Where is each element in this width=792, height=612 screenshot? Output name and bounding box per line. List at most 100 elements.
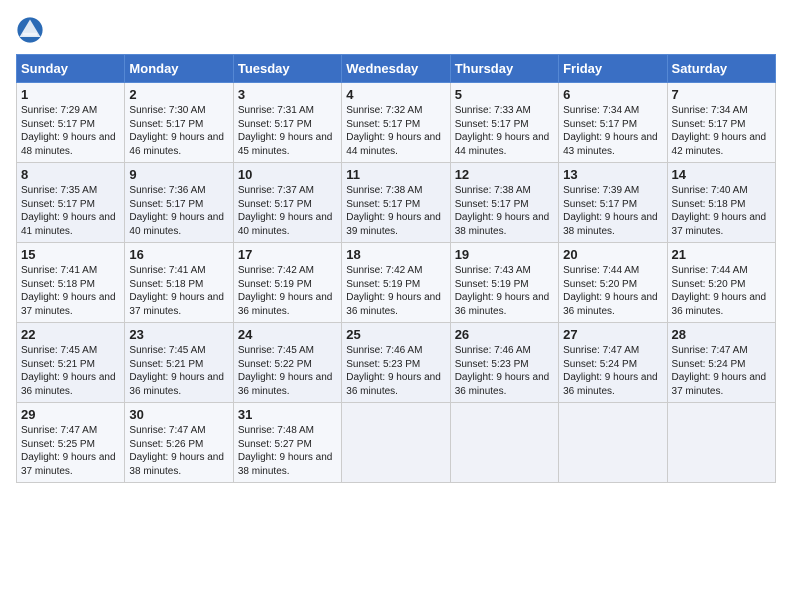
day-number: 30 bbox=[129, 407, 228, 422]
day-info: Sunrise: 7:38 AMSunset: 5:17 PMDaylight:… bbox=[346, 184, 445, 238]
day-info: Sunrise: 7:42 AMSunset: 5:19 PMDaylight:… bbox=[238, 264, 337, 318]
day-info: Sunrise: 7:39 AMSunset: 5:17 PMDaylight:… bbox=[563, 184, 662, 238]
calendar-body: 1 Sunrise: 7:29 AMSunset: 5:17 PMDaylight… bbox=[17, 83, 776, 483]
calendar-cell bbox=[667, 403, 775, 483]
day-number: 7 bbox=[672, 87, 771, 102]
calendar-cell bbox=[342, 403, 450, 483]
day-number: 8 bbox=[21, 167, 120, 182]
day-info: Sunrise: 7:29 AMSunset: 5:17 PMDaylight:… bbox=[21, 104, 120, 158]
day-info: Sunrise: 7:42 AMSunset: 5:19 PMDaylight:… bbox=[346, 264, 445, 318]
day-info: Sunrise: 7:47 AMSunset: 5:26 PMDaylight:… bbox=[129, 424, 228, 478]
calendar-cell bbox=[559, 403, 667, 483]
week-row-2: 8Sunrise: 7:35 AMSunset: 5:17 PMDaylight… bbox=[17, 163, 776, 243]
col-header-thursday: Thursday bbox=[450, 55, 558, 83]
calendar-cell: 28 Sunrise: 7:47 AMSunset: 5:24 PMDayligh… bbox=[667, 323, 775, 403]
calendar-cell: 13 Sunrise: 7:39 AMSunset: 5:17 PMDayligh… bbox=[559, 163, 667, 243]
calendar-cell: 14 Sunrise: 7:40 AMSunset: 5:18 PMDayligh… bbox=[667, 163, 775, 243]
day-number: 16 bbox=[129, 247, 228, 262]
day-number: 5 bbox=[455, 87, 554, 102]
logo-icon bbox=[16, 16, 44, 44]
calendar-cell: 26 Sunrise: 7:46 AMSunset: 5:23 PMDayligh… bbox=[450, 323, 558, 403]
calendar-header-row: SundayMondayTuesdayWednesdayThursdayFrid… bbox=[17, 55, 776, 83]
calendar-cell: 2 Sunrise: 7:30 AMSunset: 5:17 PMDaylight… bbox=[125, 83, 233, 163]
header bbox=[16, 16, 776, 44]
col-header-tuesday: Tuesday bbox=[233, 55, 341, 83]
calendar-cell: 29Sunrise: 7:47 AMSunset: 5:25 PMDayligh… bbox=[17, 403, 125, 483]
page-container: SundayMondayTuesdayWednesdayThursdayFrid… bbox=[0, 0, 792, 491]
day-info: Sunrise: 7:47 AMSunset: 5:25 PMDaylight:… bbox=[21, 424, 120, 478]
day-info: Sunrise: 7:37 AMSunset: 5:17 PMDaylight:… bbox=[238, 184, 337, 238]
day-info: Sunrise: 7:33 AMSunset: 5:17 PMDaylight:… bbox=[455, 104, 554, 158]
calendar-cell: 12Sunrise: 7:38 AMSunset: 5:17 PMDayligh… bbox=[450, 163, 558, 243]
logo bbox=[16, 16, 48, 44]
day-number: 25 bbox=[346, 327, 445, 342]
calendar-cell: 1 Sunrise: 7:29 AMSunset: 5:17 PMDaylight… bbox=[17, 83, 125, 163]
day-info: Sunrise: 7:31 AMSunset: 5:17 PMDaylight:… bbox=[238, 104, 337, 158]
calendar-cell: 19 Sunrise: 7:43 AMSunset: 5:19 PMDayligh… bbox=[450, 243, 558, 323]
calendar-cell: 31 Sunrise: 7:48 AMSunset: 5:27 PMDayligh… bbox=[233, 403, 341, 483]
calendar-cell: 16 Sunrise: 7:41 AMSunset: 5:18 PMDayligh… bbox=[125, 243, 233, 323]
day-number: 20 bbox=[563, 247, 662, 262]
calendar-cell: 4 Sunrise: 7:32 AMSunset: 5:17 PMDaylight… bbox=[342, 83, 450, 163]
day-number: 14 bbox=[672, 167, 771, 182]
day-info: Sunrise: 7:45 AMSunset: 5:21 PMDaylight:… bbox=[21, 344, 120, 398]
day-number: 24 bbox=[238, 327, 337, 342]
day-info: Sunrise: 7:47 AMSunset: 5:24 PMDaylight:… bbox=[672, 344, 771, 398]
calendar-cell: 23Sunrise: 7:45 AMSunset: 5:21 PMDayligh… bbox=[125, 323, 233, 403]
day-info: Sunrise: 7:44 AMSunset: 5:20 PMDaylight:… bbox=[563, 264, 662, 318]
week-row-1: 1 Sunrise: 7:29 AMSunset: 5:17 PMDaylight… bbox=[17, 83, 776, 163]
calendar-cell: 11 Sunrise: 7:38 AMSunset: 5:17 PMDayligh… bbox=[342, 163, 450, 243]
day-info: Sunrise: 7:41 AMSunset: 5:18 PMDaylight:… bbox=[21, 264, 120, 318]
day-info: Sunrise: 7:46 AMSunset: 5:23 PMDaylight:… bbox=[455, 344, 554, 398]
day-number: 13 bbox=[563, 167, 662, 182]
day-number: 1 bbox=[21, 87, 120, 102]
day-info: Sunrise: 7:36 AMSunset: 5:17 PMDaylight:… bbox=[129, 184, 228, 238]
day-number: 27 bbox=[563, 327, 662, 342]
day-number: 17 bbox=[238, 247, 337, 262]
calendar-cell: 3 Sunrise: 7:31 AMSunset: 5:17 PMDaylight… bbox=[233, 83, 341, 163]
day-number: 22 bbox=[21, 327, 120, 342]
day-number: 3 bbox=[238, 87, 337, 102]
col-header-monday: Monday bbox=[125, 55, 233, 83]
calendar-cell: 17 Sunrise: 7:42 AMSunset: 5:19 PMDayligh… bbox=[233, 243, 341, 323]
calendar-cell: 20 Sunrise: 7:44 AMSunset: 5:20 PMDayligh… bbox=[559, 243, 667, 323]
day-number: 21 bbox=[672, 247, 771, 262]
calendar-cell: 7 Sunrise: 7:34 AMSunset: 5:17 PMDaylight… bbox=[667, 83, 775, 163]
day-info: Sunrise: 7:34 AMSunset: 5:17 PMDaylight:… bbox=[672, 104, 771, 158]
day-info: Sunrise: 7:34 AMSunset: 5:17 PMDaylight:… bbox=[563, 104, 662, 158]
day-info: Sunrise: 7:41 AMSunset: 5:18 PMDaylight:… bbox=[129, 264, 228, 318]
col-header-saturday: Saturday bbox=[667, 55, 775, 83]
day-number: 15 bbox=[21, 247, 120, 262]
day-number: 9 bbox=[129, 167, 228, 182]
calendar-cell: 22 Sunrise: 7:45 AMSunset: 5:21 PMDayligh… bbox=[17, 323, 125, 403]
day-number: 19 bbox=[455, 247, 554, 262]
week-row-5: 29Sunrise: 7:47 AMSunset: 5:25 PMDayligh… bbox=[17, 403, 776, 483]
day-info: Sunrise: 7:43 AMSunset: 5:19 PMDaylight:… bbox=[455, 264, 554, 318]
day-number: 2 bbox=[129, 87, 228, 102]
calendar-cell: 27 Sunrise: 7:47 AMSunset: 5:24 PMDayligh… bbox=[559, 323, 667, 403]
week-row-3: 15 Sunrise: 7:41 AMSunset: 5:18 PMDayligh… bbox=[17, 243, 776, 323]
day-info: Sunrise: 7:48 AMSunset: 5:27 PMDaylight:… bbox=[238, 424, 337, 478]
day-number: 26 bbox=[455, 327, 554, 342]
day-number: 31 bbox=[238, 407, 337, 422]
calendar-table: SundayMondayTuesdayWednesdayThursdayFrid… bbox=[16, 54, 776, 483]
calendar-cell: 21 Sunrise: 7:44 AMSunset: 5:20 PMDayligh… bbox=[667, 243, 775, 323]
day-info: Sunrise: 7:46 AMSunset: 5:23 PMDaylight:… bbox=[346, 344, 445, 398]
col-header-wednesday: Wednesday bbox=[342, 55, 450, 83]
day-info: Sunrise: 7:32 AMSunset: 5:17 PMDaylight:… bbox=[346, 104, 445, 158]
day-number: 6 bbox=[563, 87, 662, 102]
calendar-cell bbox=[450, 403, 558, 483]
day-number: 11 bbox=[346, 167, 445, 182]
col-header-sunday: Sunday bbox=[17, 55, 125, 83]
day-number: 18 bbox=[346, 247, 445, 262]
day-info: Sunrise: 7:44 AMSunset: 5:20 PMDaylight:… bbox=[672, 264, 771, 318]
day-number: 4 bbox=[346, 87, 445, 102]
day-info: Sunrise: 7:40 AMSunset: 5:18 PMDaylight:… bbox=[672, 184, 771, 238]
calendar-cell: 15 Sunrise: 7:41 AMSunset: 5:18 PMDayligh… bbox=[17, 243, 125, 323]
day-number: 12 bbox=[455, 167, 554, 182]
calendar-cell: 6 Sunrise: 7:34 AMSunset: 5:17 PMDaylight… bbox=[559, 83, 667, 163]
day-info: Sunrise: 7:47 AMSunset: 5:24 PMDaylight:… bbox=[563, 344, 662, 398]
day-info: Sunrise: 7:30 AMSunset: 5:17 PMDaylight:… bbox=[129, 104, 228, 158]
day-number: 28 bbox=[672, 327, 771, 342]
week-row-4: 22 Sunrise: 7:45 AMSunset: 5:21 PMDayligh… bbox=[17, 323, 776, 403]
